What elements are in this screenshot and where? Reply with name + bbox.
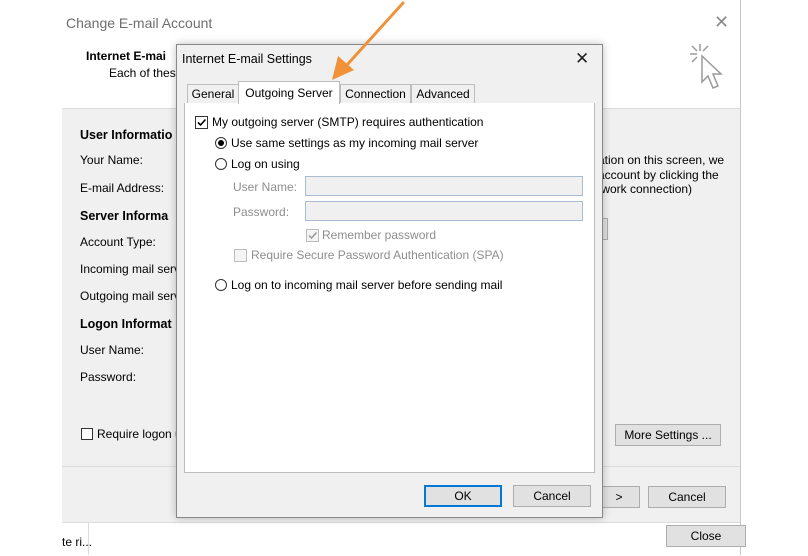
account-type-label: Account Type: [80, 235, 156, 249]
user-info-heading: User Informatio [80, 128, 173, 142]
smtp-auth-checkbox[interactable] [195, 116, 208, 129]
incoming-server-label: Incoming mail serv [80, 262, 181, 276]
status-divider [88, 522, 89, 555]
bg-cancel-button[interactable]: Cancel [648, 486, 726, 508]
info-text-line-2: account by clicking the [598, 168, 719, 182]
dlg-user-name-label: User Name: [233, 180, 298, 194]
tab-outgoing-server[interactable]: Outgoing Server [238, 81, 340, 104]
server-info-heading: Server Informa [80, 209, 169, 223]
email-address-label: E-mail Address: [80, 181, 165, 195]
check-icon [308, 231, 318, 240]
log-on-before-send-label: Log on to incoming mail server before se… [231, 278, 503, 292]
tab-connection[interactable]: Connection [340, 84, 411, 103]
mail-cursor-icon [690, 44, 723, 89]
dialog-title: Internet E-mail Settings [182, 52, 312, 66]
annotation-arrow-icon [332, 1, 405, 80]
user-name-input[interactable] [305, 176, 583, 196]
dialog-close-icon[interactable]: ✕ [575, 49, 589, 69]
log-on-using-label: Log on using [231, 157, 300, 171]
remember-password-checkbox[interactable] [306, 229, 319, 242]
window-title: Change E-mail Account [66, 15, 213, 31]
status-bar [62, 522, 740, 556]
use-same-settings-label: Use same settings as my incoming mail se… [231, 136, 479, 150]
log-on-using-radio[interactable] [215, 158, 227, 170]
more-settings-button[interactable]: More Settings ... [615, 424, 721, 446]
password-label: Password: [80, 370, 137, 384]
smtp-auth-label: My outgoing server (SMTP) requires authe… [212, 115, 484, 129]
require-logon-checkbox[interactable] [81, 428, 93, 440]
next-button[interactable]: > [598, 486, 640, 508]
header-title: Internet E-mai [86, 49, 167, 63]
logon-info-heading: Logon Informat [80, 317, 172, 331]
ok-button[interactable]: OK [424, 485, 502, 507]
info-text-line-1: ation on this screen, we [598, 153, 725, 167]
log-on-before-send-radio[interactable] [215, 279, 227, 291]
info-text-line-3: twork connection) [598, 182, 693, 196]
spa-label: Require Secure Password Authentication (… [251, 248, 504, 262]
check-icon [197, 118, 207, 127]
outgoing-server-label: Outgoing mail serv [80, 289, 181, 303]
dialog-cancel-button[interactable]: Cancel [513, 485, 591, 507]
header-subtitle: Each of thes [109, 66, 176, 80]
user-name-label: User Name: [80, 343, 145, 357]
close-button[interactable]: Close [666, 525, 746, 547]
window-close-icon[interactable]: ✕ [714, 12, 729, 33]
your-name-label: Your Name: [80, 153, 143, 167]
dlg-password-label: Password: [233, 205, 290, 219]
use-same-settings-radio[interactable] [215, 137, 227, 149]
remember-password-label: Remember password [322, 228, 437, 242]
password-input[interactable] [305, 201, 583, 221]
require-logon-label: Require logon u [97, 427, 182, 441]
tab-advanced[interactable]: Advanced [411, 84, 475, 103]
spa-checkbox[interactable] [234, 249, 247, 262]
tab-general[interactable]: General [187, 84, 239, 103]
